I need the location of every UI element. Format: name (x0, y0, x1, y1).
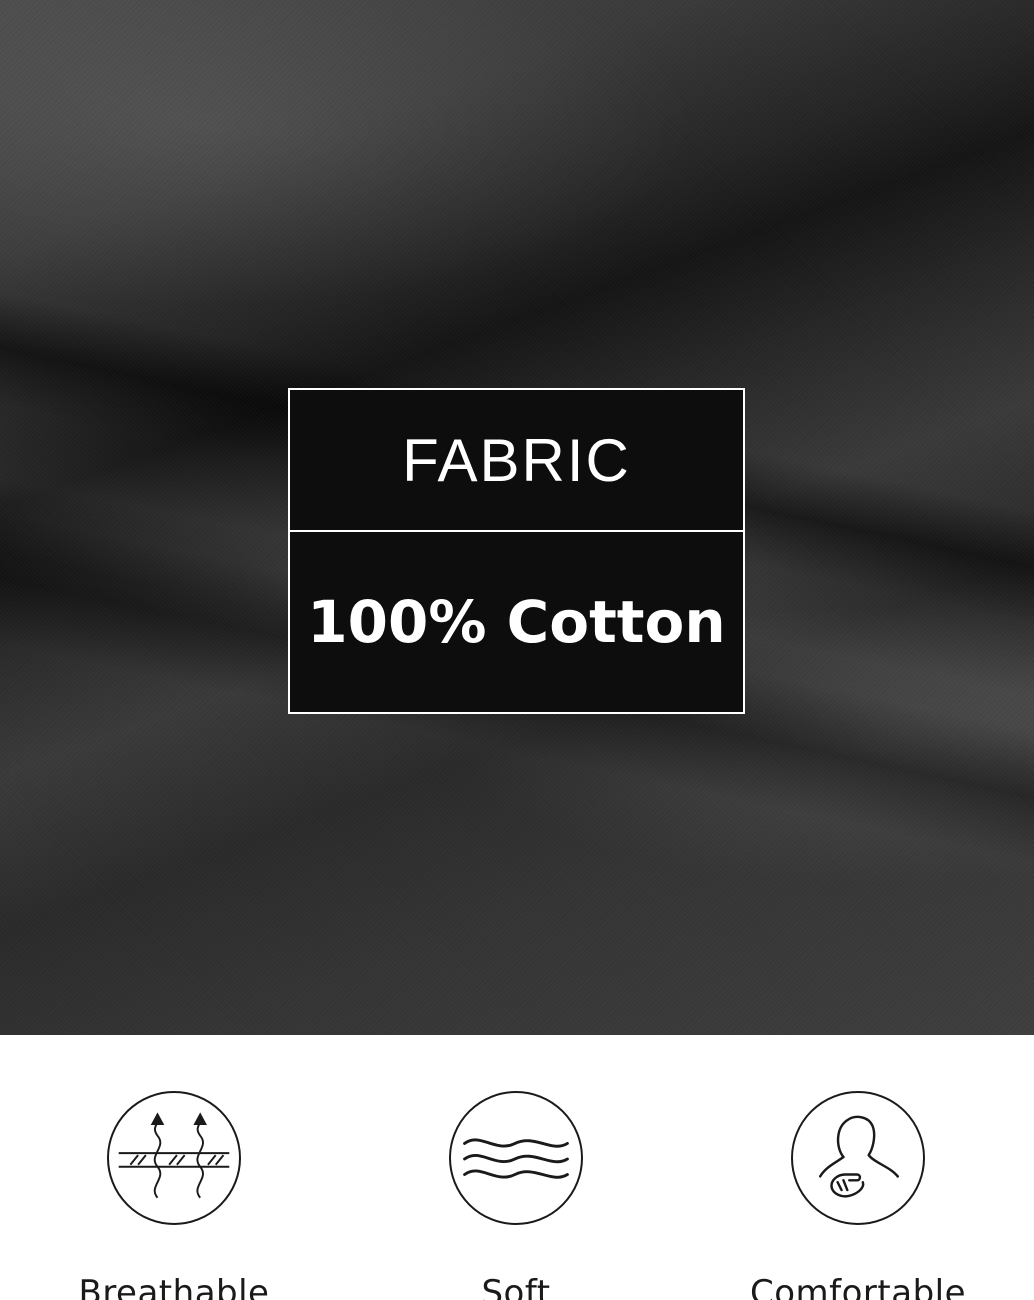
fabric-label-body: 100% Cotton (290, 532, 743, 712)
fabric-photo: FABRIC 100% Cotton (0, 0, 1034, 1035)
fabric-label-box: FABRIC 100% Cotton (288, 388, 745, 714)
feature-label: Comfortable (749, 1273, 967, 1300)
feature-row: Breathable Soft Comfortable (0, 1035, 1034, 1300)
feature-breathable: Breathable (24, 1091, 324, 1300)
breathable-icon (107, 1091, 241, 1225)
soft-icon (449, 1091, 583, 1225)
fabric-label-title: FABRIC (402, 426, 631, 494)
comfortable-icon (791, 1091, 925, 1225)
feature-soft: Soft (366, 1091, 666, 1300)
fabric-label-header: FABRIC (290, 390, 743, 532)
feature-comfortable: Comfortable (708, 1091, 1008, 1300)
feature-label: Breathable (78, 1273, 270, 1300)
fabric-composition: 100% Cotton (307, 588, 726, 656)
feature-label: Soft (481, 1273, 551, 1300)
